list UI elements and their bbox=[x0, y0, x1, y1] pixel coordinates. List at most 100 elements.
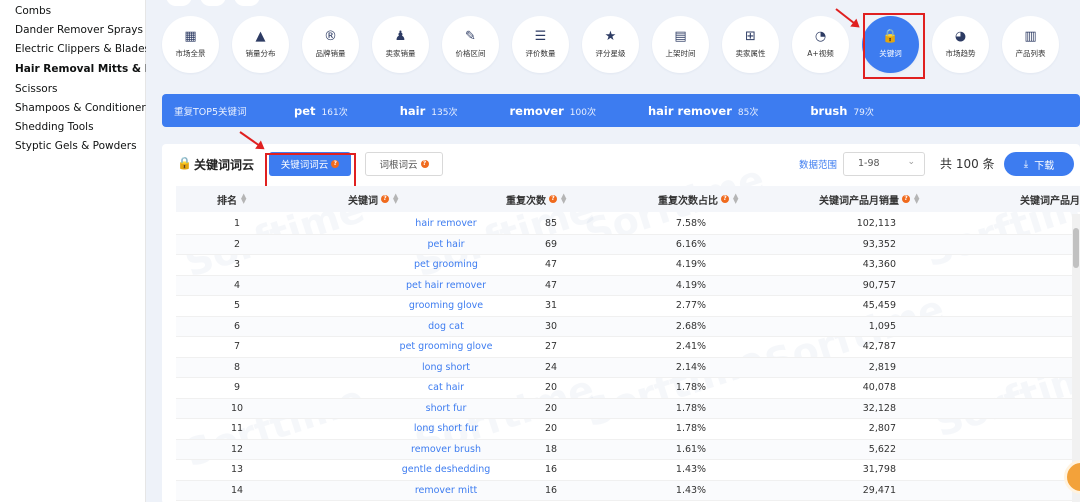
th-repeat-count[interactable]: 重复次数? ▲ ▼ bbox=[506, 192, 566, 207]
cell-rank: 1 bbox=[233, 218, 241, 229]
lock-icon: 🔒 bbox=[177, 156, 192, 170]
cell-count: 31 bbox=[544, 300, 558, 311]
top-stub bbox=[166, 0, 260, 6]
cell-rank: 11 bbox=[230, 423, 244, 434]
th-keyword[interactable]: 关键词? ▲ ▼ bbox=[348, 192, 398, 207]
banner-keyword-count: 161次 bbox=[321, 107, 348, 118]
cell-sales: 5,622 bbox=[868, 443, 896, 455]
banner-keyword-count: 100次 bbox=[569, 107, 596, 118]
download-label: 下载 bbox=[1034, 160, 1055, 172]
sidebar-item[interactable]: Electric Clippers & Blades bbox=[15, 40, 150, 59]
help-icon[interactable]: ? bbox=[549, 195, 557, 203]
download-button[interactable]: ⤓ 下载 bbox=[1004, 152, 1074, 176]
cell-sales: 1,095 bbox=[868, 320, 896, 332]
nav-item[interactable]: ♟ 卖家销量 bbox=[372, 16, 429, 73]
nav-item[interactable]: ☰ 评价数量 bbox=[512, 16, 569, 73]
th-repeat-pct[interactable]: 重复次数占比? ▲ ▼ bbox=[658, 192, 738, 207]
range-select[interactable]: 1-98 ⌄ bbox=[843, 152, 925, 176]
cell-rank: 7 bbox=[233, 341, 241, 352]
cell-pct: 2.41% bbox=[675, 341, 707, 352]
cell-count: 47 bbox=[544, 279, 558, 291]
cell-pct: 1.78% bbox=[675, 423, 707, 434]
seller-sales-icon: ♟ bbox=[394, 29, 407, 44]
nav-item[interactable]: ▦ 市场全景 bbox=[162, 16, 219, 73]
th-monthly-last[interactable]: 关键词产品月 bbox=[1020, 192, 1080, 207]
cell-pct: 2.14% bbox=[675, 361, 707, 373]
table-row: 3pet grooming474.19%43,3603 bbox=[176, 255, 1080, 276]
table-row: 13gentle deshedding161.43%31,7982 bbox=[176, 460, 1080, 481]
cell-count: 47 bbox=[544, 259, 558, 270]
nav-item[interactable]: ▲ 销量分布 bbox=[232, 16, 289, 73]
nav-item[interactable]: ◕ 市场趋势 bbox=[932, 16, 989, 73]
banner-keyword-word: remover bbox=[509, 103, 564, 118]
cell-sales: 43,360 bbox=[862, 259, 896, 270]
cell-rank: 9 bbox=[233, 382, 241, 393]
help-icon[interactable]: ? bbox=[902, 195, 910, 203]
cell-rank: 3 bbox=[233, 259, 241, 270]
table-row: 7pet grooming glove272.41%42,7874 bbox=[176, 337, 1080, 358]
cell-rank: 12 bbox=[230, 443, 244, 455]
cell-sales: 90,757 bbox=[862, 279, 896, 291]
nav-item[interactable]: ▥ 产品列表 bbox=[1002, 16, 1059, 73]
table-scrollbar[interactable] bbox=[1072, 214, 1080, 502]
tab-root-cloud[interactable]: 词根词云? bbox=[365, 152, 443, 176]
nav-item[interactable]: ▤ 上架时间 bbox=[652, 16, 709, 73]
nav-item-label: 市场全景 bbox=[175, 49, 206, 58]
cell-count: 16 bbox=[544, 484, 558, 496]
market-trend-icon: ◕ bbox=[954, 29, 967, 44]
cell-count: 27 bbox=[544, 341, 558, 352]
nav-item-label: 上架时间 bbox=[665, 49, 696, 58]
sidebar-item[interactable]: Shedding Tools bbox=[15, 118, 145, 137]
th-monthly-sales[interactable]: 关键词产品月销量? ▲ ▼ bbox=[819, 192, 919, 207]
nav-item[interactable]: ◔ A+视频 bbox=[792, 16, 849, 73]
banner-keyword-word: brush bbox=[810, 103, 848, 118]
sort-icon[interactable]: ▲ ▼ bbox=[561, 193, 566, 205]
banner-keyword: brush 79次 bbox=[810, 104, 874, 118]
banner-keyword-word: hair remover bbox=[647, 103, 732, 118]
cell-sales: 40,078 bbox=[862, 382, 896, 393]
sidebar-item[interactable]: Shampoos & Conditioners bbox=[15, 99, 151, 118]
banner-keyword: pet 161次 bbox=[294, 104, 348, 118]
cell-rank: 8 bbox=[233, 361, 241, 373]
cell-sales: 31,798 bbox=[862, 464, 896, 475]
nav-item[interactable]: ★ 评分星级 bbox=[582, 16, 639, 73]
help-icon[interactable]: ? bbox=[721, 195, 729, 203]
sidebar-item[interactable]: Dander Remover Sprays bbox=[15, 21, 145, 40]
launch-time-icon: ▤ bbox=[674, 29, 687, 44]
cell-rank: 6 bbox=[233, 320, 241, 332]
keyword-card: Sorftime Sorftime Sorftime Sorftime Sorf… bbox=[162, 144, 1080, 502]
nav-item[interactable]: ® 品牌销量 bbox=[302, 16, 359, 73]
sort-icon[interactable]: ▲ ▼ bbox=[733, 193, 738, 205]
card-header: 🔒 关键词词云 关键词词云? 词根词云? 数据范围 1-98 ⌄ 共 100 条… bbox=[162, 152, 1080, 193]
cell-count: 20 bbox=[544, 402, 558, 414]
sidebar-item[interactable]: Scissors bbox=[15, 80, 145, 99]
table-row: 8 long short 24 2.14% 2,819 bbox=[176, 357, 1080, 378]
card-title: 关键词词云 bbox=[194, 158, 255, 172]
cell-sales: 102,113 bbox=[856, 218, 896, 229]
cell-rank: 13 bbox=[230, 464, 244, 475]
banner-keyword-word: hair bbox=[399, 103, 426, 118]
help-icon[interactable]: ? bbox=[381, 195, 389, 203]
table-row: 4pet hair remover474.19%90,7578 bbox=[176, 275, 1080, 296]
banner-keyword: hair 135次 bbox=[400, 104, 458, 118]
cell-pct: 1.78% bbox=[675, 382, 707, 393]
th-rank[interactable]: 排名 ▲ ▼ bbox=[217, 192, 246, 207]
cell-pct: 4.19% bbox=[675, 279, 707, 291]
table-row: 1hair remover857.58%102,1139 bbox=[176, 214, 1080, 235]
sales-distribution-icon: ▲ bbox=[255, 29, 266, 44]
sidebar-item[interactable]: Combs bbox=[15, 2, 145, 21]
sort-icon[interactable]: ▲ ▼ bbox=[914, 193, 919, 205]
sort-icon[interactable]: ▲ ▼ bbox=[393, 193, 398, 205]
sidebar-item[interactable]: Styptic Gels & Powders bbox=[15, 137, 145, 156]
scrollbar-thumb[interactable] bbox=[1073, 228, 1079, 268]
help-icon[interactable]: ? bbox=[420, 160, 429, 168]
banner-keyword: hair remover 85次 bbox=[648, 104, 758, 118]
cell-pct: 4.19% bbox=[675, 259, 707, 270]
sort-icon[interactable]: ▲ ▼ bbox=[241, 193, 246, 205]
total-count: 共 100 条 bbox=[940, 157, 995, 171]
nav-item[interactable]: ✎ 价格区间 bbox=[442, 16, 499, 73]
nav-item[interactable]: ⊞ 卖家属性 bbox=[722, 16, 779, 73]
sidebar-item[interactable]: Hair Removal Mitts & Rollers bbox=[15, 60, 186, 80]
table-body: 1hair remover857.58%102,11392pet hair696… bbox=[176, 214, 1080, 501]
product-list-icon: ▥ bbox=[1024, 29, 1037, 44]
